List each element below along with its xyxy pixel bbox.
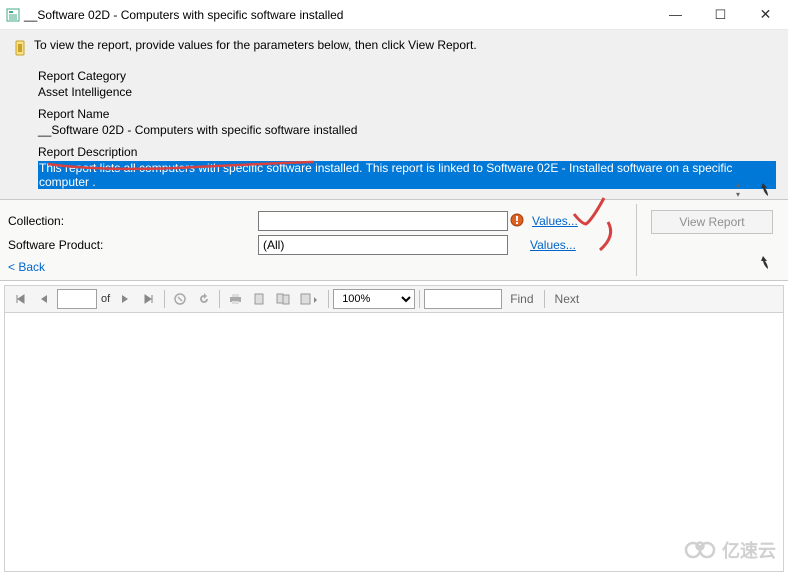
- page-of-label: of: [101, 293, 110, 305]
- window-title: __Software 02D - Computers with specific…: [24, 8, 343, 22]
- collection-label: Collection:: [8, 214, 118, 228]
- info-hint-text: To view the report, provide values for t…: [34, 38, 477, 52]
- report-viewer: of 100% Find: [0, 281, 788, 576]
- spinner-up-icon[interactable]: ▴: [732, 180, 744, 189]
- collection-values-link[interactable]: Values...: [532, 214, 578, 228]
- first-page-button[interactable]: [9, 288, 31, 310]
- spinner-down-icon[interactable]: ▾: [732, 190, 744, 199]
- product-input[interactable]: [258, 235, 508, 255]
- report-name-value: __Software 02D - Computers with specific…: [38, 123, 776, 137]
- minimize-button[interactable]: —: [653, 1, 698, 29]
- report-glyph-icon-2[interactable]: [756, 255, 770, 274]
- collection-input[interactable]: [258, 211, 508, 231]
- export-button[interactable]: [296, 288, 324, 310]
- report-viewport: [4, 313, 784, 572]
- next-button[interactable]: Next: [555, 292, 580, 306]
- viewer-toolbar: of 100% Find: [4, 285, 784, 313]
- report-description-value[interactable]: This report lists all computers with spe…: [38, 161, 776, 189]
- report-glyph-icon[interactable]: [756, 182, 770, 201]
- toolbar-separator: [328, 290, 329, 308]
- watermark-text: 亿速云: [722, 537, 776, 563]
- info-panel: To view the report, provide values for t…: [0, 30, 788, 200]
- toolbar-separator: [219, 290, 220, 308]
- title-bar: __Software 02D - Computers with specific…: [0, 0, 788, 30]
- close-button[interactable]: ✕: [743, 1, 788, 29]
- toolbar-separator: [544, 290, 545, 308]
- report-category-label: Report Category: [38, 69, 776, 83]
- description-spinner[interactable]: ▴ ▾: [732, 180, 744, 199]
- refresh-button[interactable]: [193, 288, 215, 310]
- view-report-area: View Report: [636, 204, 776, 276]
- warning-icon: [510, 213, 524, 230]
- zoom-select[interactable]: 100%: [333, 289, 415, 309]
- toolbar-separator: [164, 290, 165, 308]
- next-page-button[interactable]: [114, 288, 136, 310]
- print-button[interactable]: [224, 288, 246, 310]
- product-label: Software Product:: [8, 238, 118, 252]
- report-category-value: Asset Intelligence: [38, 85, 776, 99]
- find-input[interactable]: [424, 289, 502, 309]
- find-button[interactable]: Find: [510, 292, 533, 306]
- app-icon: [6, 8, 20, 22]
- window-controls: — ☐ ✕: [653, 1, 788, 29]
- report-name-label: Report Name: [38, 107, 776, 121]
- report-description-label: Report Description: [38, 145, 776, 159]
- watermark: 亿速云: [684, 537, 776, 563]
- prev-page-button[interactable]: [33, 288, 55, 310]
- print-layout-button[interactable]: [248, 288, 270, 310]
- info-icon: [14, 40, 28, 61]
- stop-button[interactable]: [169, 288, 191, 310]
- toolbar-separator: [419, 290, 420, 308]
- page-setup-button[interactable]: [272, 288, 294, 310]
- product-values-link[interactable]: Values...: [530, 238, 576, 252]
- page-number-input[interactable]: [57, 289, 97, 309]
- watermark-icon: [684, 540, 718, 560]
- view-report-button[interactable]: View Report: [651, 210, 773, 234]
- last-page-button[interactable]: [138, 288, 160, 310]
- maximize-button[interactable]: ☐: [698, 1, 743, 29]
- parameter-panel: Collection: Values... Software Product: …: [0, 200, 788, 281]
